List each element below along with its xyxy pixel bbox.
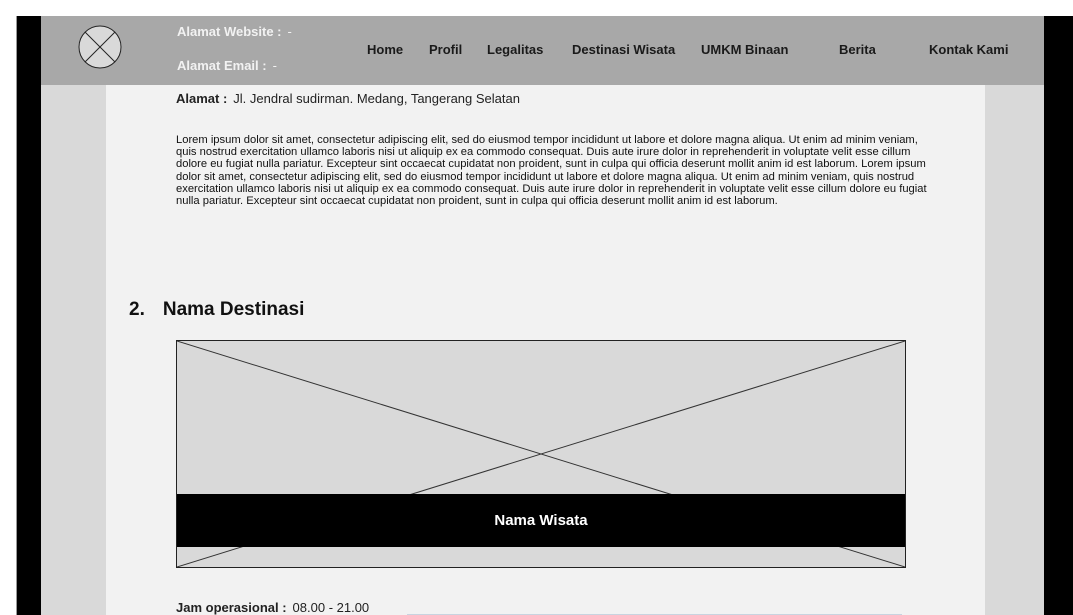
description-text: Lorem ipsum dolor sit amet, consectetur … xyxy=(176,134,927,208)
website-label: Alamat Website : xyxy=(177,24,282,39)
hours-value: 08.00 - 21.00 xyxy=(292,600,370,615)
operating-hours: Jam operasional : 08.00 - 21.00 xyxy=(176,600,369,615)
site-header: Alamat Website :- Alamat Email :- Home P… xyxy=(41,16,1044,85)
nav-legalitas[interactable]: Legalitas xyxy=(487,42,543,57)
section-heading: 2. Nama Destinasi xyxy=(129,299,304,321)
section-number: 2. xyxy=(129,299,145,320)
section-title: Nama Destinasi xyxy=(162,299,305,320)
email-label: Alamat Email : xyxy=(177,58,267,73)
email-value: - xyxy=(272,58,277,73)
nav-profil[interactable]: Profil xyxy=(429,42,462,57)
nav-berita[interactable]: Berita xyxy=(839,42,876,57)
website-info: Alamat Website :- xyxy=(177,24,292,39)
right-gutter xyxy=(985,16,1044,615)
hours-label: Jam operasional : xyxy=(176,600,287,615)
address-line: Alamat : Jl. Jendral sudirman. Medang, Ta… xyxy=(176,91,520,106)
left-gutter xyxy=(41,16,106,615)
image-caption: Nama Wisata xyxy=(177,494,905,547)
nav-kontak-kami[interactable]: Kontak Kami xyxy=(929,42,1008,57)
left-border xyxy=(17,16,41,615)
address-label: Alamat : xyxy=(176,91,228,106)
nav-umkm-binaan[interactable]: UMKM Binaan xyxy=(701,42,788,57)
address-value: Jl. Jendral sudirman. Medang, Tangerang … xyxy=(233,91,520,106)
right-border xyxy=(1044,16,1073,615)
destination-image-placeholder[interactable]: Nama Wisata xyxy=(176,340,906,568)
website-value: - xyxy=(287,24,292,39)
email-info: Alamat Email :- xyxy=(177,58,277,73)
nav-home[interactable]: Home xyxy=(367,42,403,57)
nav-destinasi-wisata[interactable]: Destinasi Wisata xyxy=(572,42,675,57)
page-frame: Alamat Website :- Alamat Email :- Home P… xyxy=(16,16,1073,615)
logo-placeholder-icon[interactable] xyxy=(78,25,122,69)
